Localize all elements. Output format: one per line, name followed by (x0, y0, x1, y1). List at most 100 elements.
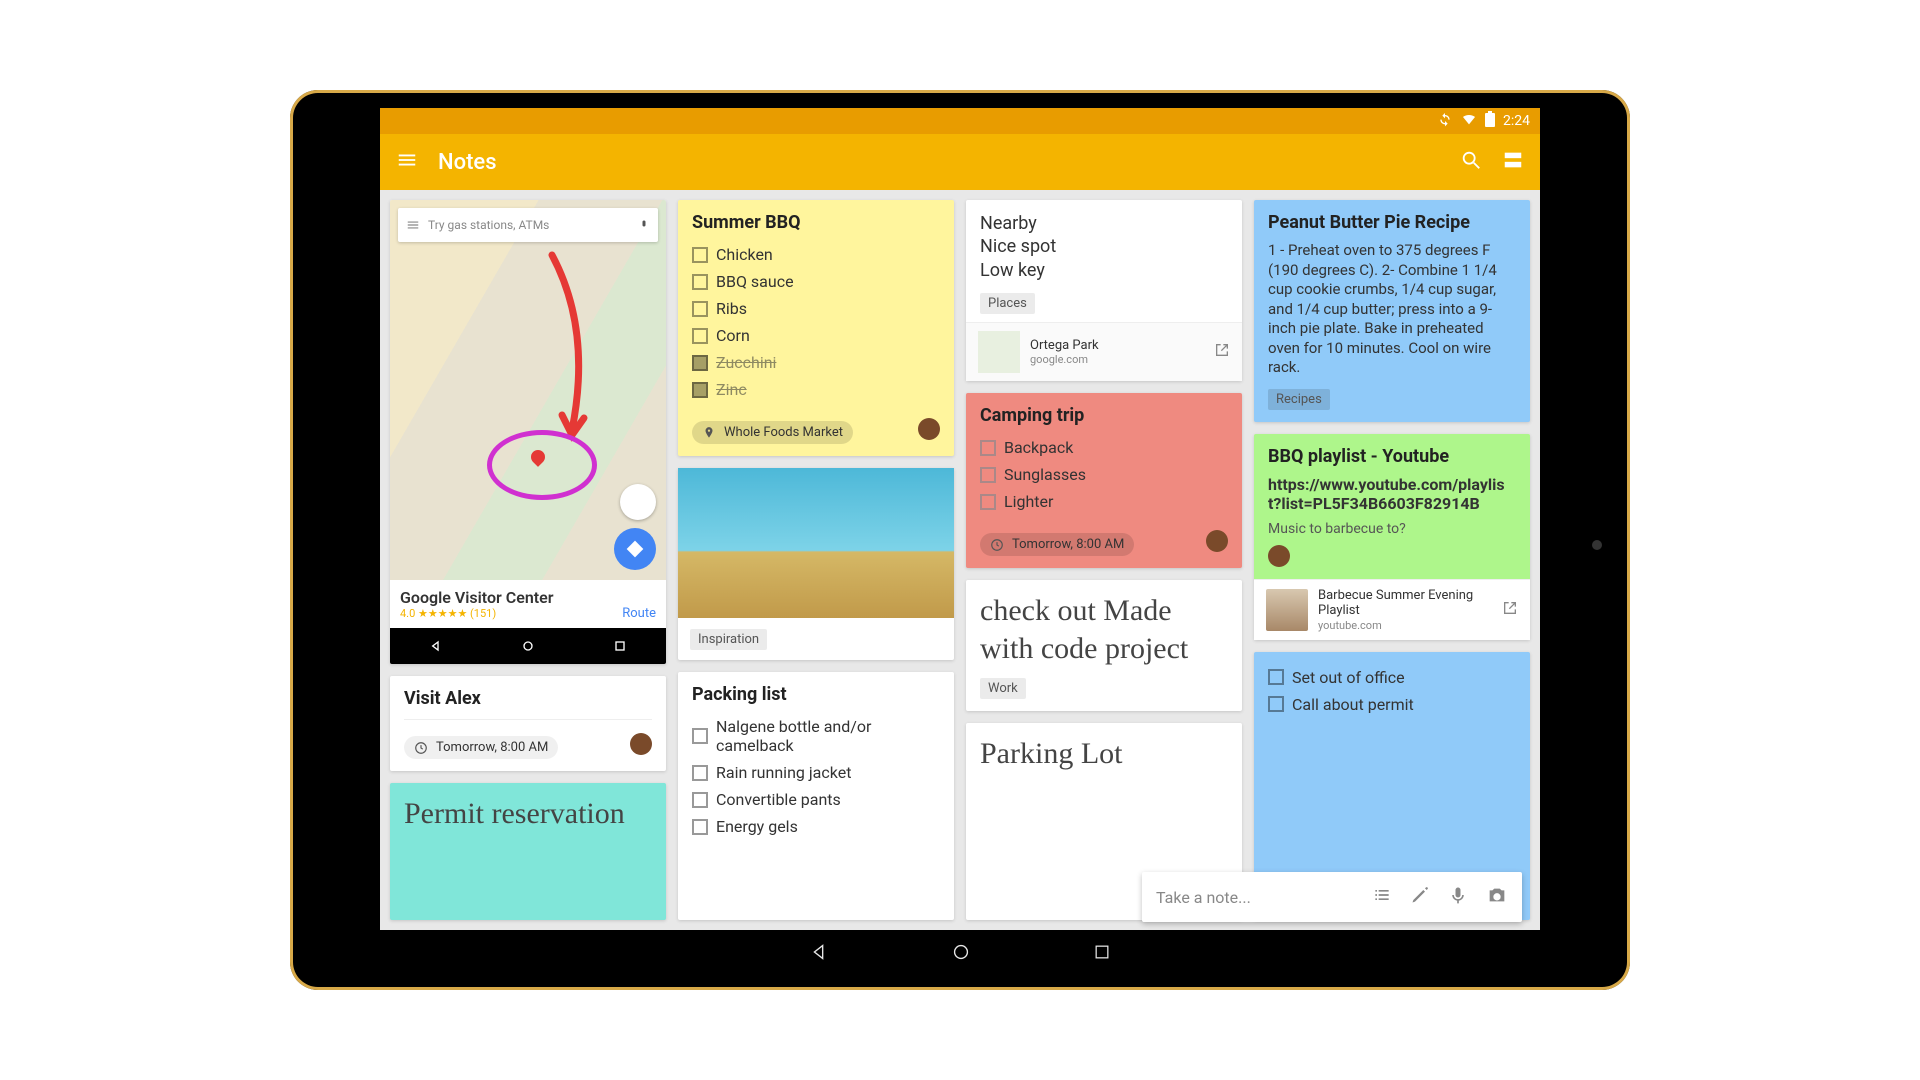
checklist-label: Convertible pants (716, 790, 841, 809)
checklist-item[interactable]: Rain running jacket (692, 759, 940, 786)
checkbox[interactable] (980, 440, 996, 456)
checklist-item[interactable]: Chicken (692, 241, 940, 268)
phone-nav-bar (390, 628, 666, 664)
link-source: google.com (1030, 353, 1204, 366)
battery-icon (1485, 111, 1495, 131)
status-bar: 2:24 (380, 108, 1540, 134)
system-nav-bar (380, 930, 1540, 978)
checkbox[interactable] (692, 819, 708, 835)
collaborator-avatar[interactable] (1268, 545, 1290, 567)
checkbox[interactable] (980, 467, 996, 483)
checklist-item[interactable]: Call about permit (1268, 691, 1516, 718)
note-line: Low key (980, 259, 1228, 282)
checkbox[interactable] (1268, 669, 1284, 685)
notes-grid[interactable]: Try gas stations, ATMs (380, 190, 1540, 930)
view-toggle-icon[interactable] (1502, 149, 1524, 175)
link-preview[interactable]: Barbecue Summer Evening Playlist youtube… (1254, 579, 1530, 640)
map-place-title: Google Visitor Center (400, 588, 656, 607)
checkbox[interactable] (692, 728, 708, 744)
checklist-item[interactable]: Corn (692, 322, 940, 349)
map-footer: Google Visitor Center 4.0 ★★★★★ (151) Ro… (390, 580, 666, 628)
checklist-item[interactable]: Sunglasses (980, 461, 1228, 488)
collaborator-avatar[interactable] (918, 418, 940, 440)
checkbox[interactable] (692, 274, 708, 290)
note-summer-bbq[interactable]: Summer BBQ ChickenBBQ sauceRibsCornZucch… (678, 200, 954, 456)
note-made-with-code[interactable]: check out Made with code project Work (966, 580, 1242, 711)
clock-icon (990, 538, 1004, 552)
note-title: BBQ playlist - Youtube (1268, 446, 1516, 467)
tablet-frame: 2:24 Notes (290, 90, 1630, 990)
checkbox[interactable] (692, 792, 708, 808)
checklist-item[interactable]: Zucchini (692, 349, 940, 376)
checklist-item[interactable]: Ribs (692, 295, 940, 322)
note-body: check out Made with code project (980, 592, 1228, 667)
checklist-item[interactable]: Backpack (980, 434, 1228, 461)
checkbox[interactable] (980, 494, 996, 510)
camera-icon[interactable] (1486, 884, 1508, 910)
link-preview[interactable]: Ortega Park google.com (966, 322, 1242, 381)
checklist-label: Nalgene bottle and/or camelback (716, 717, 940, 755)
note-title: Camping trip (980, 405, 1228, 426)
checklist-label: Backpack (1004, 438, 1073, 457)
tag-chip[interactable]: Recipes (1268, 389, 1330, 410)
checkbox[interactable] (692, 328, 708, 344)
home-icon[interactable] (950, 941, 972, 967)
note-body: 1 - Preheat oven to 375 degrees F (190 d… (1268, 241, 1516, 378)
collaborator-avatar[interactable] (630, 733, 652, 755)
recents-icon[interactable] (1092, 942, 1112, 966)
pin-icon (702, 426, 716, 440)
checklist-label: Zinc (716, 380, 747, 399)
checklist-item[interactable]: Lighter (980, 488, 1228, 515)
checklist-label: Sunglasses (1004, 465, 1086, 484)
checklist-item[interactable]: Zinc (692, 376, 940, 403)
mic-icon[interactable] (1448, 885, 1468, 909)
app-title: Notes (438, 150, 497, 175)
photo-image (678, 468, 954, 618)
checklist-item[interactable]: Set out of office (1268, 664, 1516, 691)
checklist-item[interactable]: Energy gels (692, 813, 940, 840)
note-nearby[interactable]: NearbyNice spotLow key Places Ortega Par… (966, 200, 1242, 381)
draw-icon[interactable] (1410, 885, 1430, 909)
reminder-chip[interactable]: Tomorrow, 8:00 AM (404, 736, 558, 759)
compose-placeholder[interactable]: Take a note... (1156, 888, 1354, 907)
checkbox[interactable] (692, 765, 708, 781)
note-camping-trip[interactable]: Camping trip Backpack Sunglasses Lighter T… (966, 393, 1242, 568)
back-icon[interactable] (808, 941, 830, 967)
note-packing-list[interactable]: Packing list Nalgene bottle and/or camel… (678, 672, 954, 920)
open-link-icon[interactable] (1214, 342, 1230, 362)
collaborator-avatar[interactable] (1206, 530, 1228, 552)
menu-icon[interactable] (396, 149, 418, 175)
location-chip[interactable]: Whole Foods Market (692, 421, 853, 444)
list-icon[interactable] (1372, 885, 1392, 909)
map-search-placeholder: Try gas stations, ATMs (428, 218, 630, 232)
map-search-bar: Try gas stations, ATMs (398, 208, 658, 242)
note-permit[interactable]: Permit reservation (390, 783, 666, 920)
note-visit-alex[interactable]: Visit Alex Tomorrow, 8:00 AM (390, 676, 666, 771)
checklist-label: Call about permit (1292, 695, 1414, 714)
open-link-icon[interactable] (1502, 600, 1518, 620)
reminder-chip[interactable]: Tomorrow, 8:00 AM (980, 533, 1134, 556)
tag-chip[interactable]: Work (980, 678, 1026, 699)
checkbox[interactable] (1268, 696, 1284, 712)
checkbox[interactable] (692, 355, 708, 371)
note-bbq-playlist[interactable]: BBQ playlist - Youtube https://www.youtu… (1254, 434, 1530, 640)
compose-bar[interactable]: Take a note... (1142, 872, 1522, 922)
link-thumb (1266, 589, 1308, 631)
note-line: Nice spot (980, 235, 1228, 258)
checklist-item[interactable]: Nalgene bottle and/or camelback (692, 713, 940, 759)
reminder-text: Tomorrow, 8:00 AM (1012, 537, 1124, 552)
checklist-item[interactable]: Convertible pants (692, 786, 940, 813)
clock-icon (414, 741, 428, 755)
checklist-label: Energy gels (716, 817, 798, 836)
checklist-item[interactable]: BBQ sauce (692, 268, 940, 295)
note-title: Peanut Butter Pie Recipe (1268, 212, 1516, 233)
note-map-screenshot[interactable]: Try gas stations, ATMs (390, 200, 666, 664)
tag-chip[interactable]: Places (980, 293, 1035, 314)
tag-chip[interactable]: Inspiration (690, 629, 767, 650)
checkbox[interactable] (692, 382, 708, 398)
checkbox[interactable] (692, 247, 708, 263)
note-inspiration-photo[interactable]: Inspiration (678, 468, 954, 660)
search-icon[interactable] (1460, 149, 1482, 175)
checkbox[interactable] (692, 301, 708, 317)
note-recipe[interactable]: Peanut Butter Pie Recipe 1 - Preheat ove… (1254, 200, 1530, 422)
